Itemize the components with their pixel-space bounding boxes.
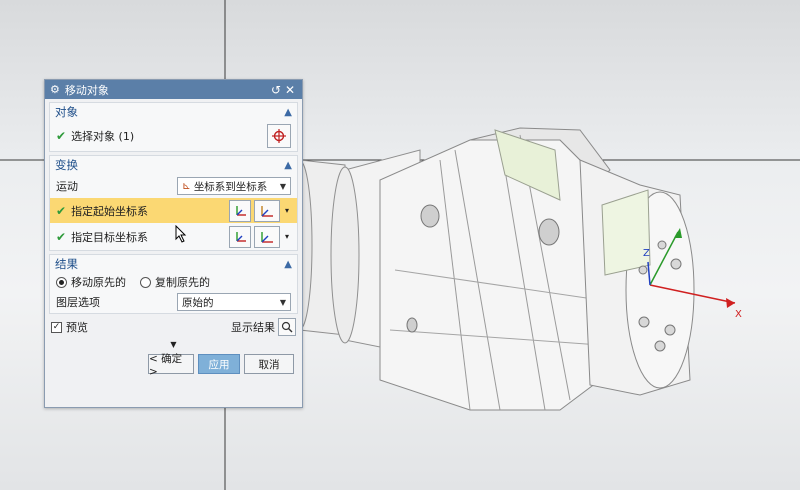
dropdown-arrow-icon: ▾ [284, 232, 289, 241]
dynamic-csys-button[interactable] [254, 225, 280, 248]
layer-option-row: 图层选项 原始的 ▼ [50, 291, 297, 313]
checkmark-icon: ✔ [56, 229, 67, 244]
csys-options-dropdown[interactable]: ▾ [283, 201, 291, 221]
move-original-radio[interactable] [56, 276, 67, 288]
mouse-pointer-icon [175, 225, 187, 243]
start-csys-label: 指定起始坐标系 [71, 204, 149, 218]
object-section-title: 对象 [55, 105, 78, 119]
move-original-label[interactable]: 移动原先的 [71, 274, 126, 290]
x-axis-label: X [735, 309, 742, 320]
close-icon[interactable]: ✕ [283, 83, 297, 97]
checkmark-icon: ✔ [56, 129, 67, 143]
transform-section-title: 变换 [55, 158, 78, 172]
csys-dialog-icon [236, 205, 246, 216]
cancel-button[interactable]: 取消 [244, 354, 294, 374]
layer-option-value: 原始的 [182, 296, 214, 309]
ok-button[interactable]: < 确定 > [148, 353, 194, 378]
reset-icon[interactable]: ↺ [269, 83, 283, 97]
csys-dialog-button[interactable] [229, 225, 251, 248]
preview-row: ✓ 预览 显示结果 [45, 316, 302, 338]
transform-section-header[interactable]: 变换 ▲ [50, 156, 297, 174]
result-section-title: 结果 [55, 257, 78, 271]
dynamic-csys-icon [261, 231, 273, 243]
dropdown-arrow-icon: ▼ [279, 297, 286, 307]
layer-option-select[interactable]: 原始的 ▼ [177, 293, 291, 311]
dropdown-arrow-icon: ▾ [284, 206, 289, 215]
checkmark-icon: ✔ [56, 203, 67, 218]
object-section: 对象 ▲ ✔ 选择对象 (1) [49, 102, 298, 152]
object-section-header[interactable]: 对象 ▲ [50, 103, 297, 121]
dialog-button-bar: < 确定 > 应用 取消 [45, 352, 302, 378]
copy-original-label[interactable]: 复制原先的 [155, 274, 210, 290]
crosshair-icon [272, 129, 286, 143]
chevron-up-icon[interactable]: ▲ [284, 160, 292, 171]
dialog-title-bar[interactable]: ⚙ 移动对象 ↺ ✕ [45, 80, 302, 99]
settings-gear-icon[interactable]: ⚙ [50, 83, 60, 96]
preview-checkbox[interactable]: ✓ [51, 321, 62, 333]
chevron-up-icon[interactable]: ▲ [284, 107, 292, 118]
preview-label[interactable]: 预览 [66, 319, 231, 335]
magnifier-icon [281, 321, 293, 333]
transform-section: 变换 ▲ 运动 ⊾ 坐标系到坐标系 ▼ ✔ 指定起始坐标系 ▾ ✔ 指定目标坐标… [49, 155, 298, 251]
chevron-up-icon[interactable]: ▲ [284, 259, 292, 270]
select-object-label: 选择对象 (1) [71, 130, 135, 143]
inferred-csys-button[interactable] [254, 199, 280, 222]
show-result-button[interactable] [278, 318, 296, 336]
layer-option-label: 图层选项 [56, 296, 100, 309]
result-section-header[interactable]: 结果 ▲ [50, 255, 297, 273]
result-section: 结果 ▲ 移动原先的 复制原先的 图层选项 原始的 ▼ [49, 254, 298, 314]
csys-options-dropdown[interactable]: ▾ [283, 227, 291, 247]
z-axis-label: Z [643, 248, 650, 259]
dropdown-arrow-icon: ▼ [279, 181, 286, 191]
motion-select[interactable]: ⊾ 坐标系到坐标系 ▼ [177, 177, 291, 195]
motion-select-value: 坐标系到坐标系 [193, 180, 268, 193]
target-csys-label: 指定目标坐标系 [71, 230, 149, 244]
show-result-label: 显示结果 [231, 321, 275, 334]
select-object-row[interactable]: ✔ 选择对象 (1) [50, 121, 297, 151]
motion-label: 运动 [56, 180, 78, 193]
apply-button[interactable]: 应用 [198, 354, 240, 374]
dialog-title: 移动对象 [64, 83, 109, 97]
csys-dialog-icon [236, 231, 246, 242]
copy-original-radio[interactable] [140, 276, 151, 288]
select-object-button[interactable] [267, 124, 291, 148]
motion-row: 运动 ⊾ 坐标系到坐标系 ▼ [50, 174, 297, 198]
target-csys-row[interactable]: ✔ 指定目标坐标系 ▾ [50, 223, 297, 250]
csys-dialog-button[interactable] [229, 199, 251, 222]
inferred-csys-icon [261, 205, 273, 217]
start-csys-row[interactable]: ✔ 指定起始坐标系 ▾ [50, 198, 297, 223]
csys-to-csys-icon: ⊾ [182, 180, 191, 192]
result-mode-row: 移动原先的 复制原先的 [50, 273, 297, 291]
move-object-dialog: ⚙ 移动对象 ↺ ✕ 对象 ▲ ✔ 选择对象 (1) 变换 ▲ 运动 ⊾ 坐标系… [44, 79, 303, 408]
